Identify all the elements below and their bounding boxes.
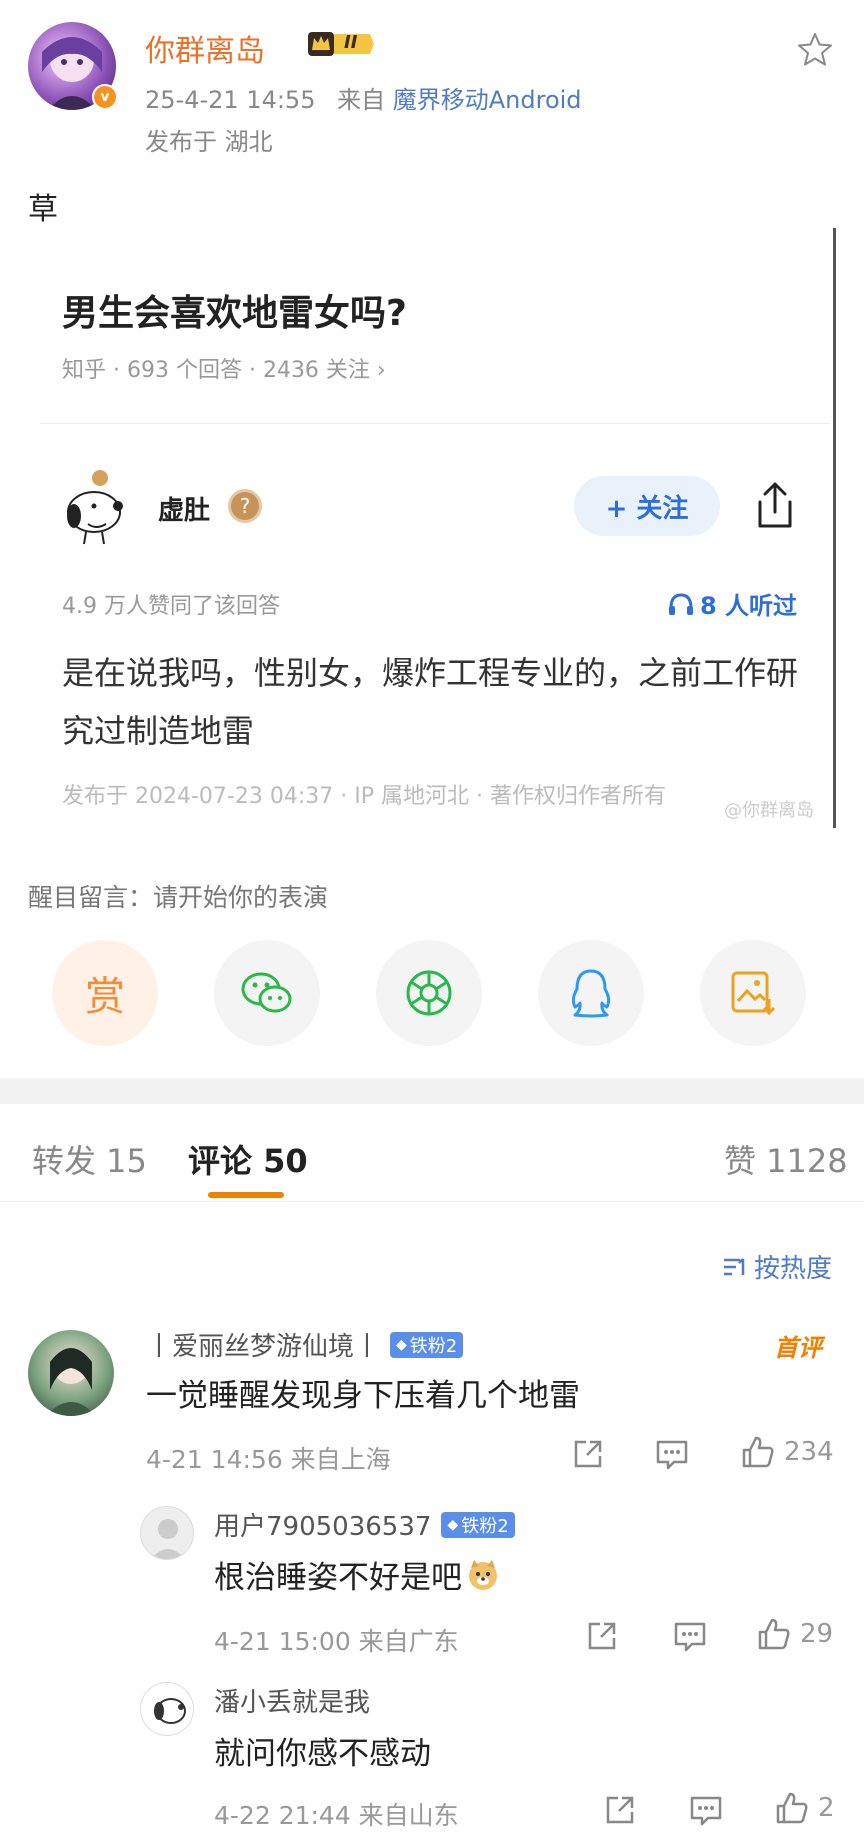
reply-meta: 4-22 21:44 来自山东 bbox=[214, 1801, 459, 1830]
share-wechat-button[interactable] bbox=[214, 940, 320, 1046]
diamond-icon: ◆ bbox=[396, 1336, 407, 1353]
save-image-icon bbox=[731, 971, 776, 1016]
qq-icon bbox=[571, 969, 611, 1018]
eye-catching-message[interactable]: 醒目留言：请开始你的表演 bbox=[28, 878, 328, 914]
verified-badge-icon: v bbox=[92, 84, 118, 110]
like-count: 29 bbox=[800, 1619, 834, 1649]
reply-text: 根治睡姿不好是吧 bbox=[214, 1560, 462, 1596]
question-title: 男生会喜欢地雷女吗? bbox=[62, 293, 407, 334]
snoopy-avatar-icon bbox=[62, 466, 128, 546]
reply-icon[interactable] bbox=[654, 1436, 690, 1476]
commenter-avatar[interactable] bbox=[28, 1330, 114, 1416]
watermark: @你群离岛 bbox=[724, 800, 814, 821]
thumbs-up-icon bbox=[776, 1792, 808, 1824]
repost-reply-icon[interactable] bbox=[584, 1618, 620, 1658]
reward-icon: 赏 bbox=[85, 974, 125, 1020]
post-source[interactable]: 魔界移动Android bbox=[393, 86, 582, 114]
moments-icon bbox=[406, 970, 452, 1016]
reply-icon[interactable] bbox=[672, 1618, 708, 1658]
post-text: 草 bbox=[28, 192, 58, 227]
weibo-post-page: v 你群离岛 II 25-4-21 14:55 来自 魔界移动Android 发… bbox=[0, 0, 864, 1838]
share-actions-row: 赏 bbox=[0, 940, 864, 1050]
wechat-icon bbox=[241, 972, 292, 1013]
reply-author-row: 用户7905036537 ◆ 铁粉2 bbox=[214, 1506, 515, 1543]
save-image-button[interactable] bbox=[700, 940, 806, 1046]
first-comment-tag: 首评 bbox=[774, 1334, 822, 1362]
answer-text: 是在说我吗，性别女，爆炸工程专业的，之前工作研究过制造地雷 bbox=[62, 654, 799, 750]
question-meta: 知乎 · 693 个回答 · 2436 关注 › bbox=[62, 358, 386, 383]
reply-avatar[interactable] bbox=[140, 1682, 194, 1736]
like-count: 2 bbox=[818, 1793, 835, 1823]
sort-icon bbox=[724, 1257, 745, 1275]
interaction-tabs: 转发 15 评论 50 赞 1128 bbox=[0, 1104, 864, 1202]
comment-author-row: 丨爱丽丝梦游仙境丨 ◆ 铁粉2 bbox=[146, 1326, 464, 1363]
comment-author-name[interactable]: 丨爱丽丝梦游仙境丨 bbox=[146, 1326, 380, 1363]
post-meta: 25-4-21 14:55 来自 魔界移动Android bbox=[145, 80, 582, 115]
member-level-badge: II bbox=[306, 30, 376, 58]
reward-button[interactable]: 赏 bbox=[52, 940, 158, 1046]
answer-author-name: 虚肚 bbox=[158, 496, 211, 526]
post-time: 25-4-21 14:55 bbox=[145, 86, 316, 114]
reply-icon[interactable] bbox=[688, 1792, 724, 1832]
reply-meta: 4-21 15:00 来自广东 bbox=[214, 1627, 459, 1656]
active-tab-indicator bbox=[208, 1192, 284, 1198]
comment-meta: 4-21 14:56 来自上海 bbox=[146, 1445, 391, 1474]
like-count: 234 bbox=[784, 1437, 834, 1467]
comment-text: 一觉睡醒发现身下压着几个地雷 bbox=[146, 1378, 580, 1414]
tab-repost[interactable]: 转发 15 bbox=[32, 1136, 147, 1182]
share-qq-button[interactable] bbox=[538, 940, 644, 1046]
reply-text-row: 根治睡姿不好是吧 bbox=[214, 1552, 500, 1597]
like-button[interactable]: 234 bbox=[740, 1434, 834, 1470]
author-name[interactable]: 你群离岛 bbox=[145, 26, 265, 70]
favorite-star-icon[interactable] bbox=[795, 30, 835, 70]
reply-author-name[interactable]: 用户7905036537 bbox=[214, 1506, 431, 1543]
like-button[interactable]: 29 bbox=[756, 1616, 833, 1652]
doge-emoji-icon bbox=[469, 1559, 497, 1590]
diamond-icon: ◆ bbox=[447, 1516, 459, 1533]
author-badge-icon: ? bbox=[228, 489, 262, 523]
repost-comment-icon[interactable] bbox=[570, 1436, 606, 1476]
agree-count: 4.9 万人赞同了该回答 bbox=[62, 594, 280, 619]
reply-author-name[interactable]: 潘小丢就是我 bbox=[214, 1682, 370, 1719]
default-avatar-icon[interactable] bbox=[140, 1506, 194, 1560]
follow-button[interactable]: + 关注 bbox=[574, 476, 720, 536]
headphones-icon bbox=[669, 592, 693, 615]
fan-badge: ◆ 铁粉2 bbox=[390, 1331, 464, 1358]
listened-count: 8 人听过 bbox=[668, 586, 797, 621]
answer-footer: 发布于 2024-07-23 04:37 · IP 属地河北 · 著作权归作者所… bbox=[62, 784, 666, 809]
like-button[interactable]: 2 bbox=[774, 1790, 835, 1826]
share-icon[interactable] bbox=[752, 480, 798, 530]
divider bbox=[40, 423, 830, 424]
repost-reply-icon[interactable] bbox=[602, 1792, 638, 1832]
section-separator bbox=[0, 1078, 864, 1104]
tab-likes[interactable]: 赞 1128 bbox=[724, 1136, 848, 1182]
fan-badge: ◆ 铁粉2 bbox=[441, 1511, 515, 1538]
post-location: 发布于 湖北 bbox=[145, 128, 273, 156]
tab-comments[interactable]: 评论 50 bbox=[188, 1136, 308, 1182]
from-label: 来自 bbox=[337, 86, 386, 114]
sort-button[interactable]: 按热度 bbox=[722, 1248, 832, 1285]
reply-text: 就问你感不感动 bbox=[214, 1736, 431, 1772]
thumbs-up-icon bbox=[758, 1618, 790, 1650]
share-moments-button[interactable] bbox=[376, 940, 482, 1046]
thumbs-up-icon bbox=[742, 1436, 774, 1468]
